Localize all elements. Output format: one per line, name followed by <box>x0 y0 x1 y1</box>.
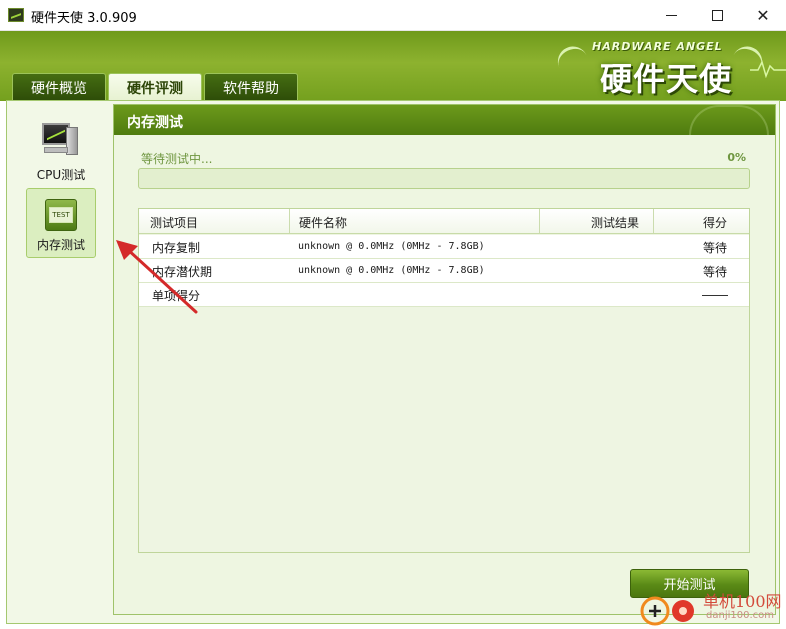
left-nav-cpu-test[interactable]: CPU测试 <box>26 117 96 187</box>
progress-bar <box>138 168 750 189</box>
watermark-site-name: 单机100网 <box>703 592 782 611</box>
heartbeat-icon <box>750 59 786 78</box>
close-icon: ✕ <box>756 6 770 25</box>
column-header-score[interactable]: 得分 <box>654 209 749 233</box>
progress-status: 等待测试中... <box>141 152 213 166</box>
window-title: 硬件天使 3.0.909 <box>31 11 137 26</box>
left-nav-label: CPU测试 <box>36 168 86 182</box>
annotation-arrow-icon <box>116 240 198 314</box>
tab-hardware-overview[interactable]: 硬件概览 <box>12 73 106 101</box>
results-table: 测试项目 硬件名称 测试结果 得分 内存复制 unknown @ 0.0MHz … <box>138 208 750 553</box>
table-row[interactable]: 内存潜伏期 unknown @ 0.0MHz (0MHz - 7.8GB) 等待 <box>139 259 749 283</box>
app-icon <box>8 8 24 22</box>
left-nav-label: 内存测试 <box>36 238 85 252</box>
empty-score-dash <box>702 295 728 296</box>
left-nav-memory-test[interactable]: TEST 内存测试 <box>26 188 96 258</box>
tab-software-help[interactable]: 软件帮助 <box>204 73 298 101</box>
close-button[interactable]: ✕ <box>740 0 786 31</box>
test-chip-icon: TEST <box>45 199 77 231</box>
minimize-button[interactable] <box>648 0 694 31</box>
main-tabs: 硬件概览 硬件评测 软件帮助 <box>12 73 300 102</box>
table-row[interactable]: 内存复制 unknown @ 0.0MHz (0MHz - 7.8GB) 等待 <box>139 235 749 259</box>
cpu-monitor-icon <box>42 123 78 157</box>
column-header-item[interactable]: 测试项目 <box>139 209 290 233</box>
table-row[interactable]: 单项得分 <box>139 283 749 307</box>
hardware-angel-logo: HARDWARE ANGEL 硬件天使 <box>552 36 768 98</box>
watermark-url: danji100.com <box>706 610 774 621</box>
table-header: 测试项目 硬件名称 测试结果 得分 <box>139 209 749 234</box>
tab-hardware-benchmark[interactable]: 硬件评测 <box>108 73 202 102</box>
panel-title: 内存测试 <box>114 105 775 135</box>
maximize-button[interactable] <box>694 0 740 31</box>
watermark-logo <box>640 596 694 626</box>
maximize-icon <box>711 10 723 21</box>
column-header-hardware[interactable]: 硬件名称 <box>290 209 540 233</box>
column-header-result[interactable]: 测试结果 <box>540 209 654 233</box>
progress-percent: 0% <box>727 151 746 164</box>
minimize-icon <box>665 15 677 16</box>
title-bar: 硬件天使 3.0.909 ✕ <box>0 0 786 31</box>
left-wing-icon <box>552 41 598 91</box>
